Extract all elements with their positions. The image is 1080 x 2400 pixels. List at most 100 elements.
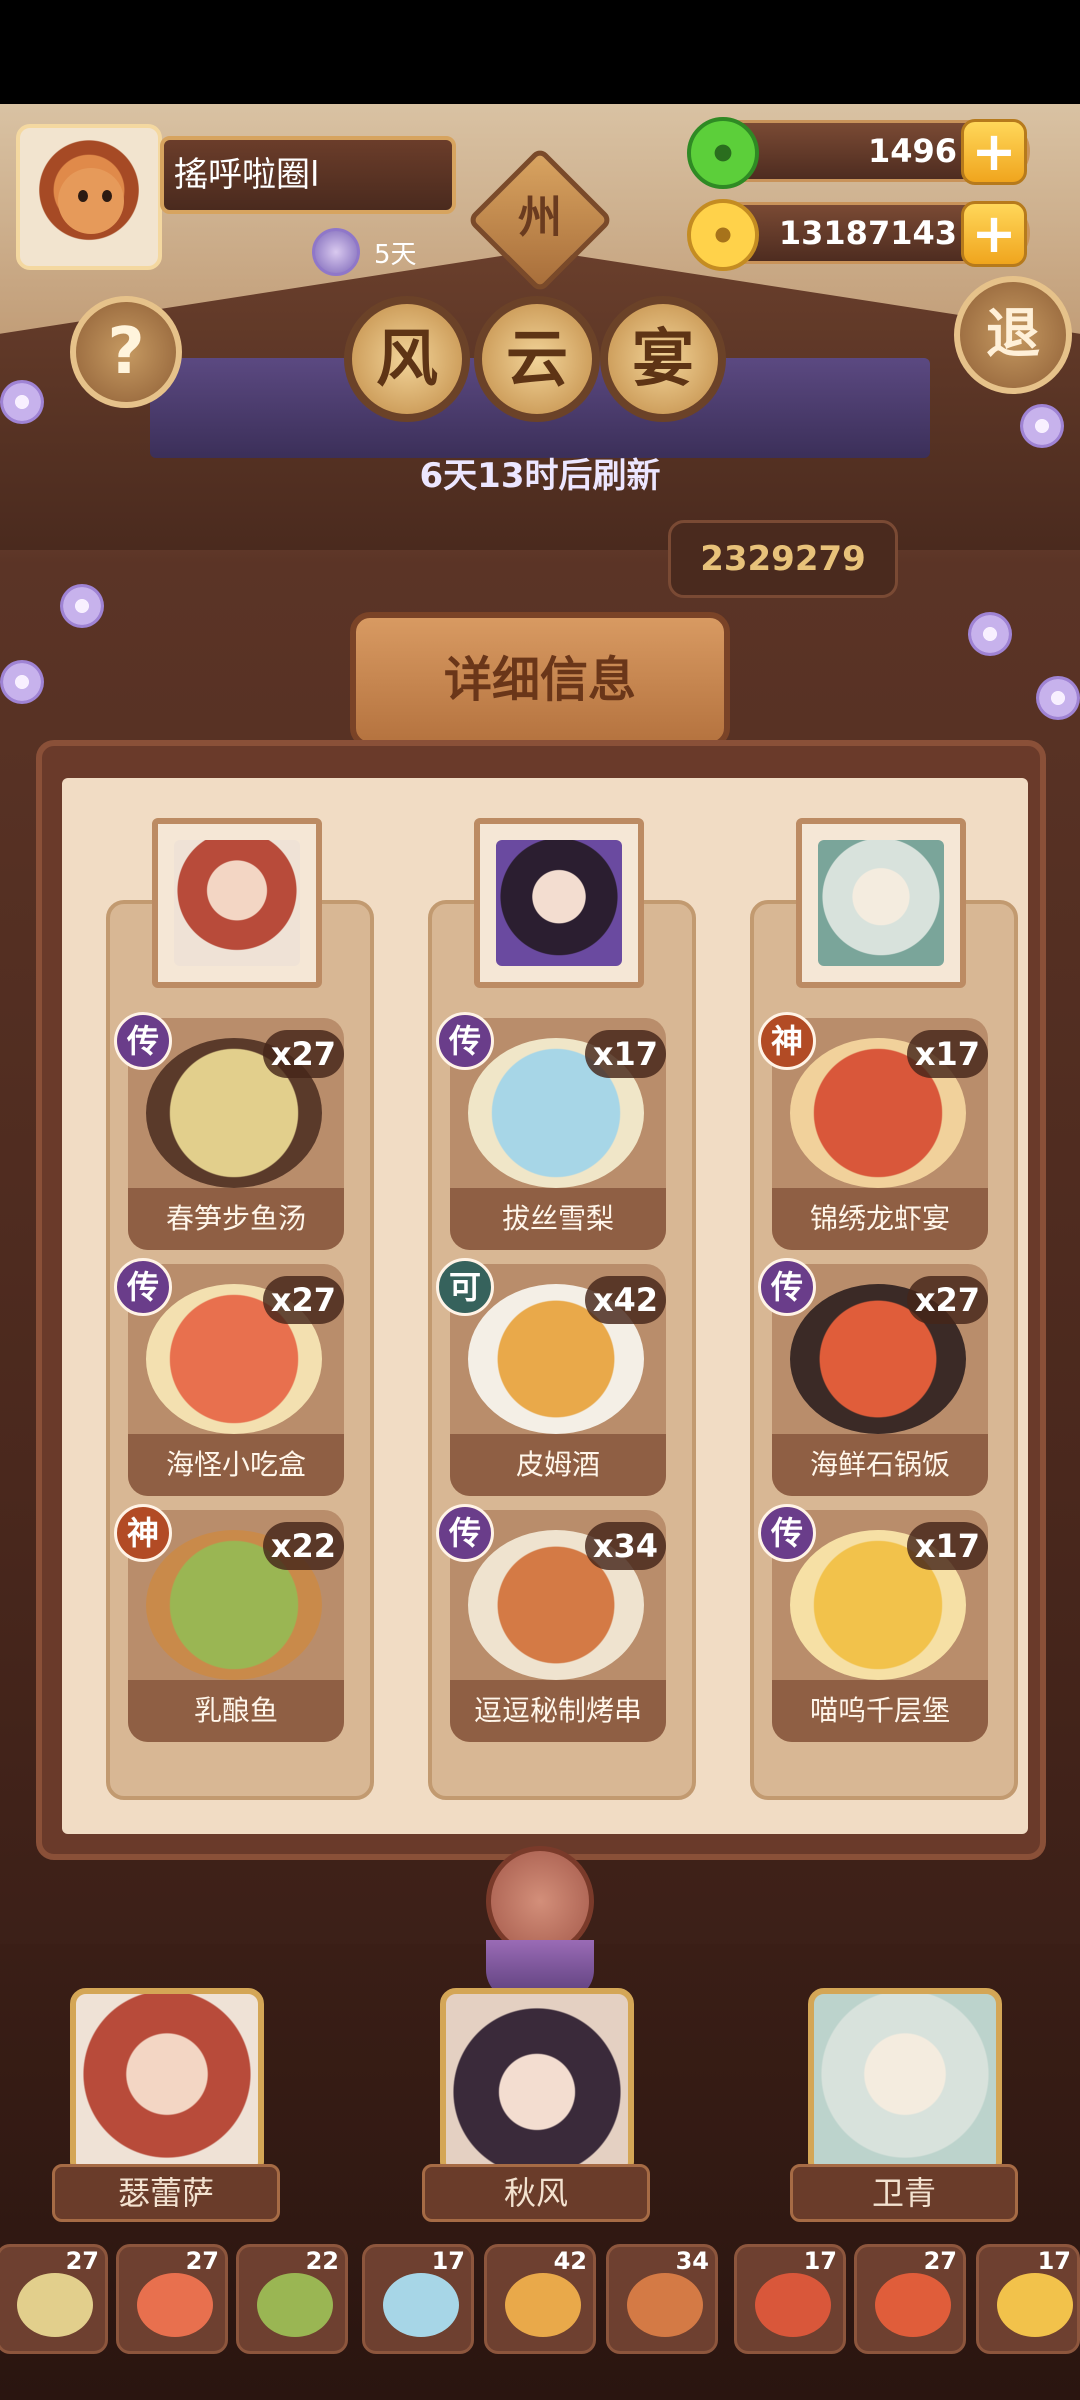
thumbnail-food-icon [257, 2273, 333, 2337]
add-jade-button[interactable]: + [961, 119, 1027, 185]
chef-portrait-art [174, 840, 300, 966]
dish-card[interactable]: 传 x27 春笋步鱼汤 [114, 1012, 344, 1250]
title-char-disc: 风 [344, 296, 470, 422]
thumbnail-food-icon [137, 2273, 213, 2337]
chef-portrait[interactable] [796, 818, 966, 988]
thumbnail-count: 27 [923, 2247, 957, 2275]
tier-badge: 可 [436, 1258, 494, 1316]
avatar-eye [102, 190, 112, 202]
dish-count: x17 [584, 1030, 666, 1078]
dish-thumbnail[interactable]: 27 [0, 2244, 108, 2354]
companion-avatar-icon [312, 228, 360, 276]
dish-card[interactable]: 传 x17 喵呜千层堡 [758, 1504, 988, 1742]
dish-name: 春笋步鱼汤 [128, 1188, 344, 1250]
dish-name: 海鲜石锅饭 [772, 1434, 988, 1496]
dish-card[interactable]: 传 x27 海鲜石锅饭 [758, 1258, 988, 1496]
refresh-timer: 6天13时后刷新 [419, 456, 661, 496]
dish-name: 锦绣龙虾宴 [772, 1188, 988, 1250]
dish-count: x17 [906, 1030, 988, 1078]
tier-badge: 传 [758, 1258, 816, 1316]
dish-count: x27 [262, 1030, 344, 1078]
avatar-eye [78, 190, 88, 202]
character-card[interactable] [70, 1988, 264, 2178]
dish-name: 逗逗秘制烤串 [450, 1680, 666, 1742]
dish-card[interactable]: 神 x22 乳酿鱼 [114, 1504, 344, 1742]
player-avatar[interactable] [16, 124, 162, 270]
chef-portrait[interactable] [474, 818, 644, 988]
exit-button[interactable]: 退 [954, 276, 1072, 394]
dish-card[interactable]: 可 x42 皮姆酒 [436, 1258, 666, 1496]
character-name: 瑟蕾萨 [52, 2164, 280, 2222]
gold-amount: 13187143 [778, 214, 957, 252]
add-gold-button[interactable]: + [961, 201, 1027, 267]
character-name: 卫青 [790, 2164, 1018, 2222]
thumbnail-count: 22 [305, 2247, 339, 2275]
dish-count: x42 [584, 1276, 666, 1324]
flower-decoration [0, 660, 44, 704]
dish-thumbnail[interactable]: 22 [236, 2244, 348, 2354]
dish-thumbnail[interactable]: 17 [362, 2244, 474, 2354]
dish-card[interactable]: 传 x34 逗逗秘制烤串 [436, 1504, 666, 1742]
dish-card[interactable]: 传 x27 海怪小吃盒 [114, 1258, 344, 1496]
dish-name: 海怪小吃盒 [128, 1434, 344, 1496]
jade-currency: 1496 + [687, 117, 1030, 189]
dish-thumbnail[interactable]: 27 [116, 2244, 228, 2354]
thumbnail-food-icon [755, 2273, 831, 2337]
dish-count: x27 [262, 1276, 344, 1324]
thumbnail-food-icon [17, 2273, 93, 2337]
gold-coin-icon [687, 199, 759, 271]
flower-decoration [1036, 676, 1080, 720]
chef-portrait-art [496, 840, 622, 966]
title-char-disc: 云 [474, 296, 600, 422]
dish-thumbnail[interactable]: 27 [854, 2244, 966, 2354]
tier-badge: 传 [758, 1504, 816, 1562]
thumbnail-count: 27 [65, 2247, 99, 2275]
thumbnail-food-icon [997, 2273, 1073, 2337]
dish-name: 皮姆酒 [450, 1434, 666, 1496]
thumbnail-count: 17 [803, 2247, 837, 2275]
thumbnail-count: 27 [185, 2247, 219, 2275]
tier-badge: 神 [114, 1504, 172, 1562]
avatar-face [58, 168, 124, 234]
dish-count: x22 [262, 1522, 344, 1570]
region-tag-label: 州 [518, 192, 562, 243]
character-name: 秋风 [422, 2164, 650, 2222]
character-card[interactable] [808, 1988, 1002, 2178]
tier-badge: 传 [114, 1012, 172, 1070]
flower-decoration [60, 584, 104, 628]
dish-thumbnail[interactable]: 17 [734, 2244, 846, 2354]
help-button[interactable]: ? [70, 296, 182, 408]
jade-coin-icon [687, 117, 759, 189]
dish-name: 拔丝雪梨 [450, 1188, 666, 1250]
dish-card[interactable]: 神 x17 锦绣龙虾宴 [758, 1012, 988, 1250]
chef-portrait[interactable] [152, 818, 322, 988]
dish-thumbnail[interactable]: 34 [606, 2244, 718, 2354]
tier-badge: 传 [114, 1258, 172, 1316]
title-char-disc: 宴 [600, 296, 726, 422]
character-card[interactable] [440, 1988, 634, 2178]
dish-card[interactable]: 传 x17 拔丝雪梨 [436, 1012, 666, 1250]
thumbnail-food-icon [383, 2273, 459, 2337]
dish-name: 喵呜千层堡 [772, 1680, 988, 1742]
flower-decoration [0, 380, 44, 424]
thumbnail-food-icon [875, 2273, 951, 2337]
dish-count: x27 [906, 1276, 988, 1324]
gold-currency: 13187143 + [687, 199, 1030, 271]
dish-count: x34 [584, 1522, 666, 1570]
jade-amount: 1496 [867, 132, 957, 170]
detail-title: 详细信息 [443, 652, 636, 708]
score-display: 2329279 [668, 520, 898, 598]
thumbnail-count: 42 [553, 2247, 587, 2275]
flower-decoration [968, 612, 1012, 656]
tier-badge: 传 [436, 1504, 494, 1562]
thumbnail-count: 17 [1037, 2247, 1071, 2275]
dish-thumbnail[interactable]: 17 [976, 2244, 1080, 2354]
dish-name: 乳酿鱼 [128, 1680, 344, 1742]
player-name[interactable]: 搖呼啦圈l [160, 136, 456, 214]
dish-thumbnail[interactable]: 42 [484, 2244, 596, 2354]
status-bar-area [0, 0, 1080, 104]
chef-portrait-art [818, 840, 944, 966]
tier-badge: 神 [758, 1012, 816, 1070]
thumbnail-count: 34 [675, 2247, 709, 2275]
days-indicator: 5天 [312, 226, 417, 278]
